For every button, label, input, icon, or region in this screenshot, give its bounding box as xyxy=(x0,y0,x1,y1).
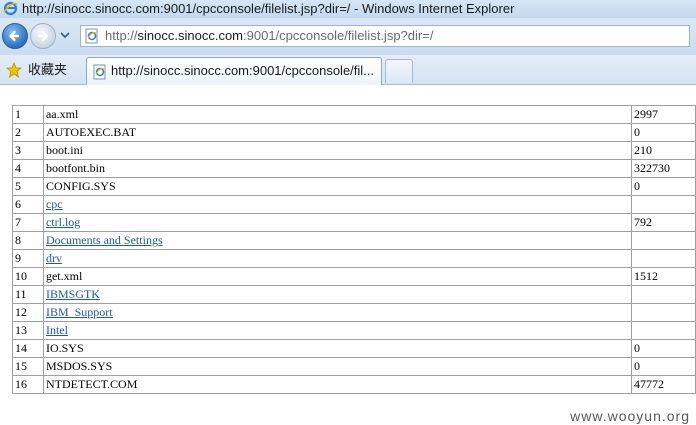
row-index: 16 xyxy=(12,375,44,394)
table-row: 15 MSDOS.SYS 0 xyxy=(12,357,696,376)
address-bar[interactable]: http://sinocc.sinocc.com:9001/cpcconsole… xyxy=(80,25,690,47)
star-icon xyxy=(6,62,22,78)
file-size-cell: 47772 xyxy=(631,375,696,394)
file-name-cell: boot.ini xyxy=(42,141,633,160)
table-row: 10 get.xml 1512 xyxy=(12,267,696,286)
table-row: 16 NTDETECT.COM 47772 xyxy=(12,375,696,394)
file-link[interactable]: IBMSGTK xyxy=(46,287,100,301)
table-row: 2 AUTOEXEC.BAT 0 xyxy=(12,123,696,142)
file-name-cell: aa.xml xyxy=(42,105,633,124)
history-dropdown-icon[interactable] xyxy=(60,31,70,39)
file-size-cell: 1512 xyxy=(631,267,696,286)
file-size-cell: 0 xyxy=(631,339,696,358)
row-index: 4 xyxy=(12,159,44,178)
table-row: 1 aa.xml 2997 xyxy=(12,105,696,124)
file-name-cell: MSDOS.SYS xyxy=(42,357,633,376)
row-index: 1 xyxy=(12,105,44,124)
file-size-cell: 0 xyxy=(631,123,696,142)
table-row: 3 boot.ini 210 xyxy=(12,141,696,160)
file-name-cell: IBM_Support xyxy=(42,303,633,322)
file-link[interactable]: drv xyxy=(46,251,62,265)
page-content: 1 aa.xml 2997 2 AUTOEXEC.BAT 0 3 boot.ini 210 4 bo… xyxy=(0,85,696,425)
row-index: 7 xyxy=(12,213,44,232)
row-index: 2 xyxy=(12,123,44,142)
file-name-cell: bootfont.bin xyxy=(42,159,633,178)
table-row: 11 IBMSGTK xyxy=(12,285,696,304)
file-size-cell xyxy=(631,195,696,214)
window-title: http://sinocc.sinocc.com:9001/cpcconsole… xyxy=(22,1,515,16)
page-icon xyxy=(85,28,98,44)
file-name-cell: get.xml xyxy=(42,267,633,286)
file-size-cell: 210 xyxy=(631,141,696,160)
table-row: 14 IO.SYS 0 xyxy=(12,339,696,358)
table-row: 4 bootfont.bin 322730 xyxy=(12,159,696,178)
file-name-cell: Documents and Settings xyxy=(42,231,633,250)
file-name-cell: IBMSGTK xyxy=(42,285,633,304)
row-index: 9 xyxy=(12,249,44,268)
row-index: 14 xyxy=(12,339,44,358)
tab-active[interactable]: http://sinocc.sinocc.com:9001/cpcconsole… xyxy=(86,57,382,85)
arrow-left-icon xyxy=(9,30,20,42)
file-list-table: 1 aa.xml 2997 2 AUTOEXEC.BAT 0 3 boot.ini 210 4 bo… xyxy=(12,105,696,394)
watermark: www.wooyun.org xyxy=(568,408,692,424)
back-button[interactable] xyxy=(2,23,28,49)
table-row: 8 Documents and Settings xyxy=(12,231,696,250)
file-link[interactable]: cpc xyxy=(46,197,63,211)
ie-logo-icon xyxy=(3,1,18,16)
file-size-cell: 322730 xyxy=(631,159,696,178)
file-name-cell: CONFIG.SYS xyxy=(42,177,633,196)
file-size-cell: 2997 xyxy=(631,105,696,124)
file-link[interactable]: IBM_Support xyxy=(46,305,113,319)
row-index: 13 xyxy=(12,321,44,340)
file-link[interactable]: ctrl.log xyxy=(46,215,80,229)
file-name-cell: NTDETECT.COM xyxy=(42,375,633,394)
tab-label: http://sinocc.sinocc.com:9001/cpcconsole… xyxy=(111,63,375,78)
file-size-cell xyxy=(631,303,696,322)
url-path: :9001/cpcconsole/filelist.jsp?dir=/ xyxy=(243,28,434,43)
window-title-bar: http://sinocc.sinocc.com:9001/cpcconsole… xyxy=(0,0,696,18)
table-row: 9 drv xyxy=(12,249,696,268)
row-index: 3 xyxy=(12,141,44,160)
file-link[interactable]: Intel xyxy=(46,323,68,337)
table-row: 5 CONFIG.SYS 0 xyxy=(12,177,696,196)
page-icon xyxy=(93,64,106,80)
url-prefix: http:// xyxy=(105,28,138,43)
file-size-cell: 792 xyxy=(631,213,696,232)
file-name-cell: IO.SYS xyxy=(42,339,633,358)
url-text: http://sinocc.sinocc.com:9001/cpcconsole… xyxy=(105,26,433,46)
file-size-cell xyxy=(631,321,696,340)
file-size-cell xyxy=(631,285,696,304)
file-name-cell: AUTOEXEC.BAT xyxy=(42,123,633,142)
row-index: 6 xyxy=(12,195,44,214)
row-index: 5 xyxy=(12,177,44,196)
new-tab-button[interactable] xyxy=(385,59,413,83)
file-size-cell: 0 xyxy=(631,177,696,196)
row-index: 8 xyxy=(12,231,44,250)
row-index: 11 xyxy=(12,285,44,304)
file-name-cell: ctrl.log xyxy=(42,213,633,232)
row-index: 10 xyxy=(12,267,44,286)
tab-bar: 收藏夹 http://sinocc.sinocc.com:9001/cpccon… xyxy=(0,55,696,85)
file-size-cell: 0 xyxy=(631,357,696,376)
table-row: 6 cpc xyxy=(12,195,696,214)
table-row: 12 IBM_Support xyxy=(12,303,696,322)
forward-button[interactable] xyxy=(30,23,56,49)
table-row: 7 ctrl.log 792 xyxy=(12,213,696,232)
arrow-right-icon xyxy=(37,30,49,42)
file-name-cell: drv xyxy=(42,249,633,268)
row-index: 12 xyxy=(12,303,44,322)
file-name-cell: cpc xyxy=(42,195,633,214)
table-row: 13 Intel xyxy=(12,321,696,340)
navigation-bar: http://sinocc.sinocc.com:9001/cpcconsole… xyxy=(0,18,696,55)
row-index: 15 xyxy=(12,357,44,376)
url-host: sinocc.sinocc.com xyxy=(137,28,244,43)
file-list-body: 1 aa.xml 2997 2 AUTOEXEC.BAT 0 3 boot.ini 210 4 bo… xyxy=(12,105,696,394)
favorites-label: 收藏夹 xyxy=(28,62,68,77)
file-size-cell xyxy=(631,231,696,250)
file-name-cell: Intel xyxy=(42,321,633,340)
file-size-cell xyxy=(631,249,696,268)
file-link[interactable]: Documents and Settings xyxy=(46,233,163,247)
